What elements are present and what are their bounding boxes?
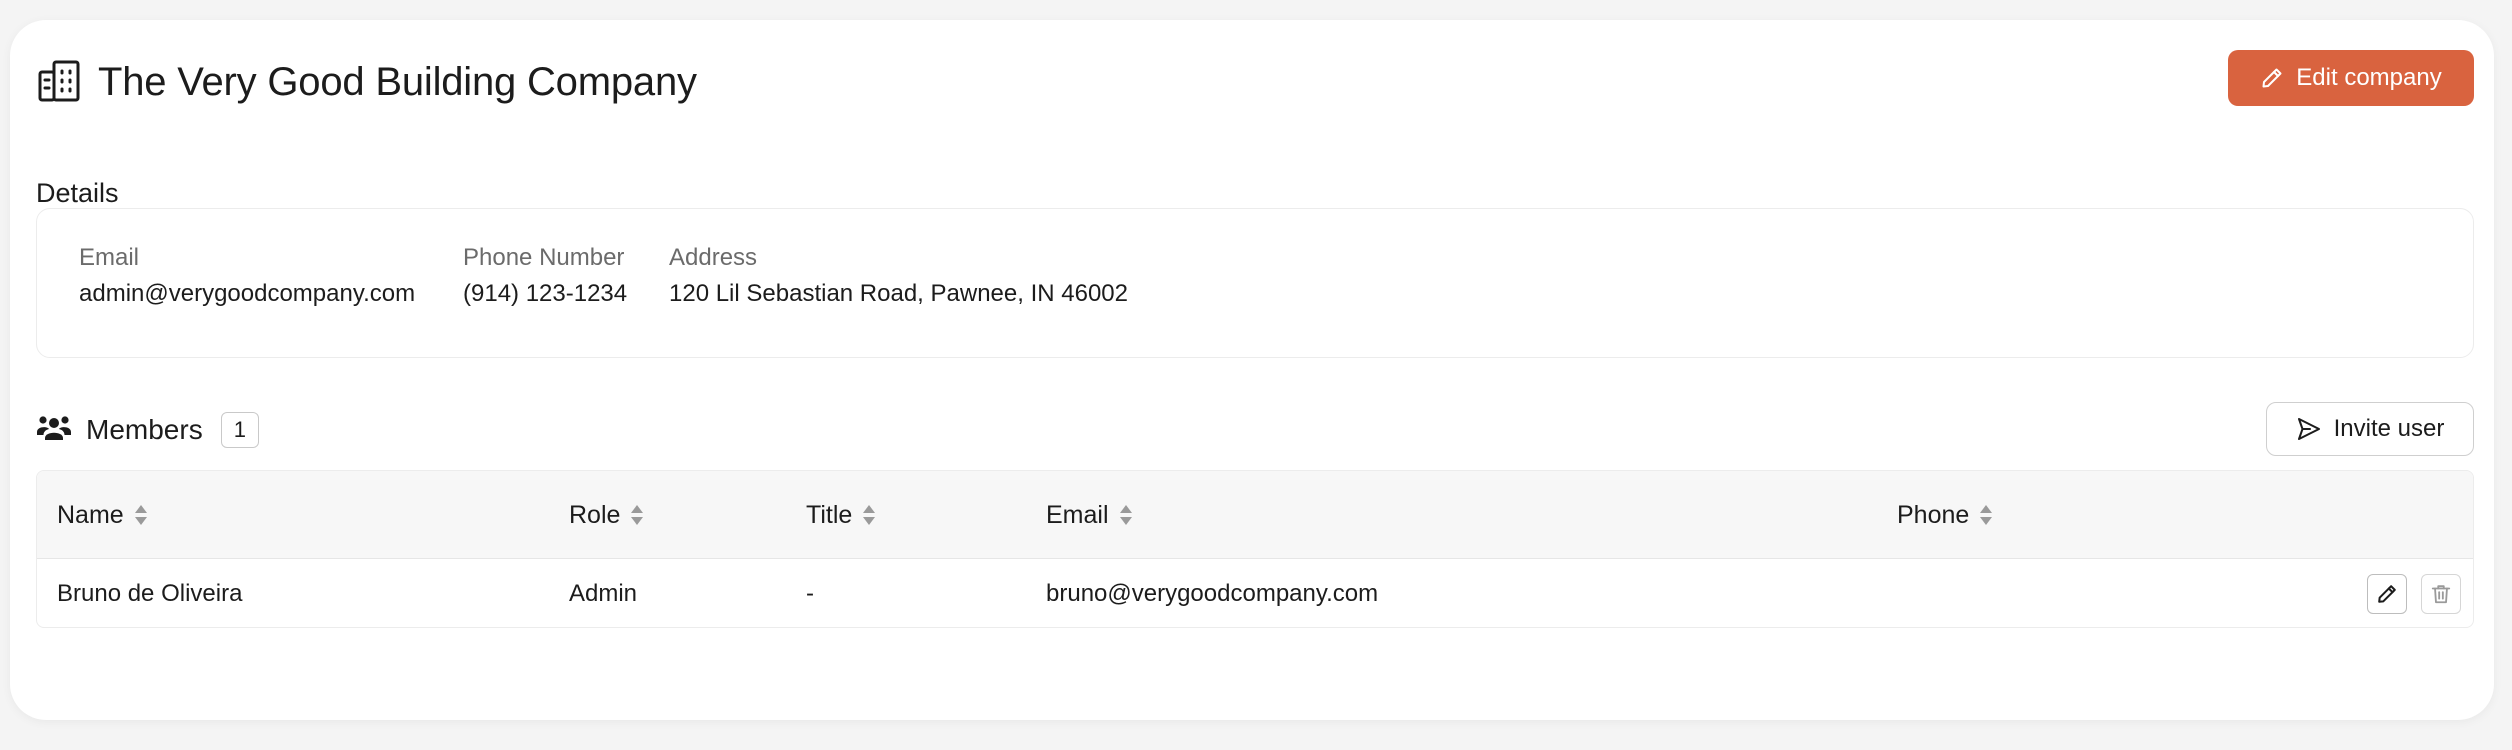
cell-email: bruno@verygoodcompany.com xyxy=(1046,580,1379,607)
delete-member-button[interactable] xyxy=(2421,574,2461,614)
column-label-title: Title xyxy=(806,500,853,529)
page-title: The Very Good Building Company xyxy=(98,59,697,104)
column-header-role[interactable]: Role xyxy=(569,471,644,559)
edit-member-button[interactable] xyxy=(2367,574,2407,614)
email-label: Email xyxy=(79,244,140,271)
column-header-title[interactable]: Title xyxy=(806,471,876,559)
sort-icon xyxy=(1979,504,1993,526)
column-header-email[interactable]: Email xyxy=(1046,471,1133,559)
invite-user-label: Invite user xyxy=(2333,415,2445,442)
address-value: 120 Lil Sebastian Road, Pawnee, IN 46002 xyxy=(669,280,1128,307)
members-title: Members xyxy=(86,414,203,445)
column-header-name[interactable]: Name xyxy=(57,471,148,559)
users-icon xyxy=(36,414,72,446)
company-card: The Very Good Building Company Edit comp… xyxy=(10,20,2494,720)
table-row: Bruno de Oliveira Admin - bruno@verygood… xyxy=(37,559,2473,627)
company-header: The Very Good Building Company xyxy=(36,58,697,106)
address-label: Address xyxy=(669,244,758,271)
detail-address: Address 120 Lil Sebastian Road, Pawnee, … xyxy=(669,243,1128,309)
members-table: Name Role Title Email Phone Bruno de Oli… xyxy=(36,470,2474,628)
email-value: admin@verygoodcompany.com xyxy=(79,280,416,307)
sort-icon xyxy=(1119,504,1133,526)
column-label-role: Role xyxy=(569,500,621,529)
column-header-phone[interactable]: Phone xyxy=(1897,471,1993,559)
cell-role: Admin xyxy=(569,580,638,607)
sort-icon xyxy=(862,504,876,526)
members-header: Members 1 xyxy=(36,412,259,448)
sort-icon xyxy=(630,504,644,526)
edit-company-button[interactable]: Edit company xyxy=(2228,50,2474,106)
members-count-badge: 1 xyxy=(220,412,259,448)
edit-company-label: Edit company xyxy=(2296,64,2442,91)
detail-email: Email admin@verygoodcompany.com xyxy=(79,243,415,309)
pencil-icon xyxy=(2376,583,2398,605)
column-label-phone: Phone xyxy=(1897,500,1970,529)
trash-icon xyxy=(2430,583,2452,605)
phone-value: (914) 123-1234 xyxy=(463,280,628,307)
building-icon xyxy=(36,58,84,106)
details-panel: Email admin@verygoodcompany.com Phone Nu… xyxy=(36,208,2474,358)
pencil-icon xyxy=(2260,66,2284,90)
invite-user-button[interactable]: Invite user xyxy=(2266,402,2474,456)
sort-icon xyxy=(134,504,148,526)
column-label-email: Email xyxy=(1046,500,1109,529)
send-icon xyxy=(2296,416,2322,442)
cell-name: Bruno de Oliveira xyxy=(57,580,243,607)
detail-phone: Phone Number (914) 123-1234 xyxy=(463,243,627,309)
details-heading: Details xyxy=(36,178,119,208)
table-header: Name Role Title Email Phone xyxy=(37,471,2473,559)
phone-label: Phone Number xyxy=(463,244,625,271)
column-label-name: Name xyxy=(57,500,124,529)
cell-title: - xyxy=(806,580,814,607)
